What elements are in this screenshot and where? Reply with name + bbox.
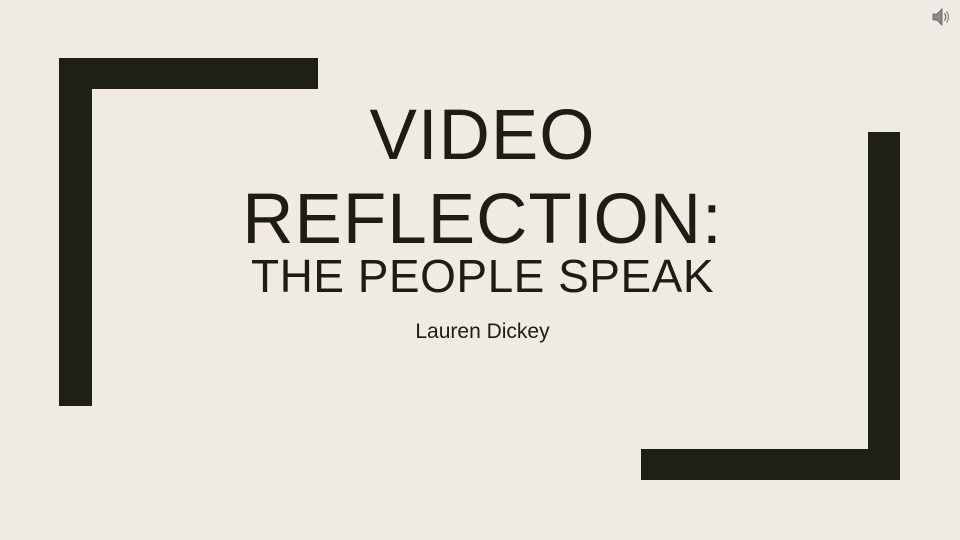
title-line-2: REFLECTION: — [242, 180, 723, 259]
subtitle: THE PEOPLE SPEAK — [250, 250, 715, 302]
top-left-bracket-vertical — [59, 58, 92, 406]
bottom-right-bracket-vertical — [868, 132, 900, 480]
top-left-bracket-horizontal — [59, 58, 318, 89]
title-line-1: VIDEO — [369, 96, 596, 175]
speaker-icon[interactable] — [930, 6, 952, 28]
author-name: Lauren Dickey — [415, 320, 550, 343]
bottom-right-bracket-horizontal — [641, 449, 900, 480]
